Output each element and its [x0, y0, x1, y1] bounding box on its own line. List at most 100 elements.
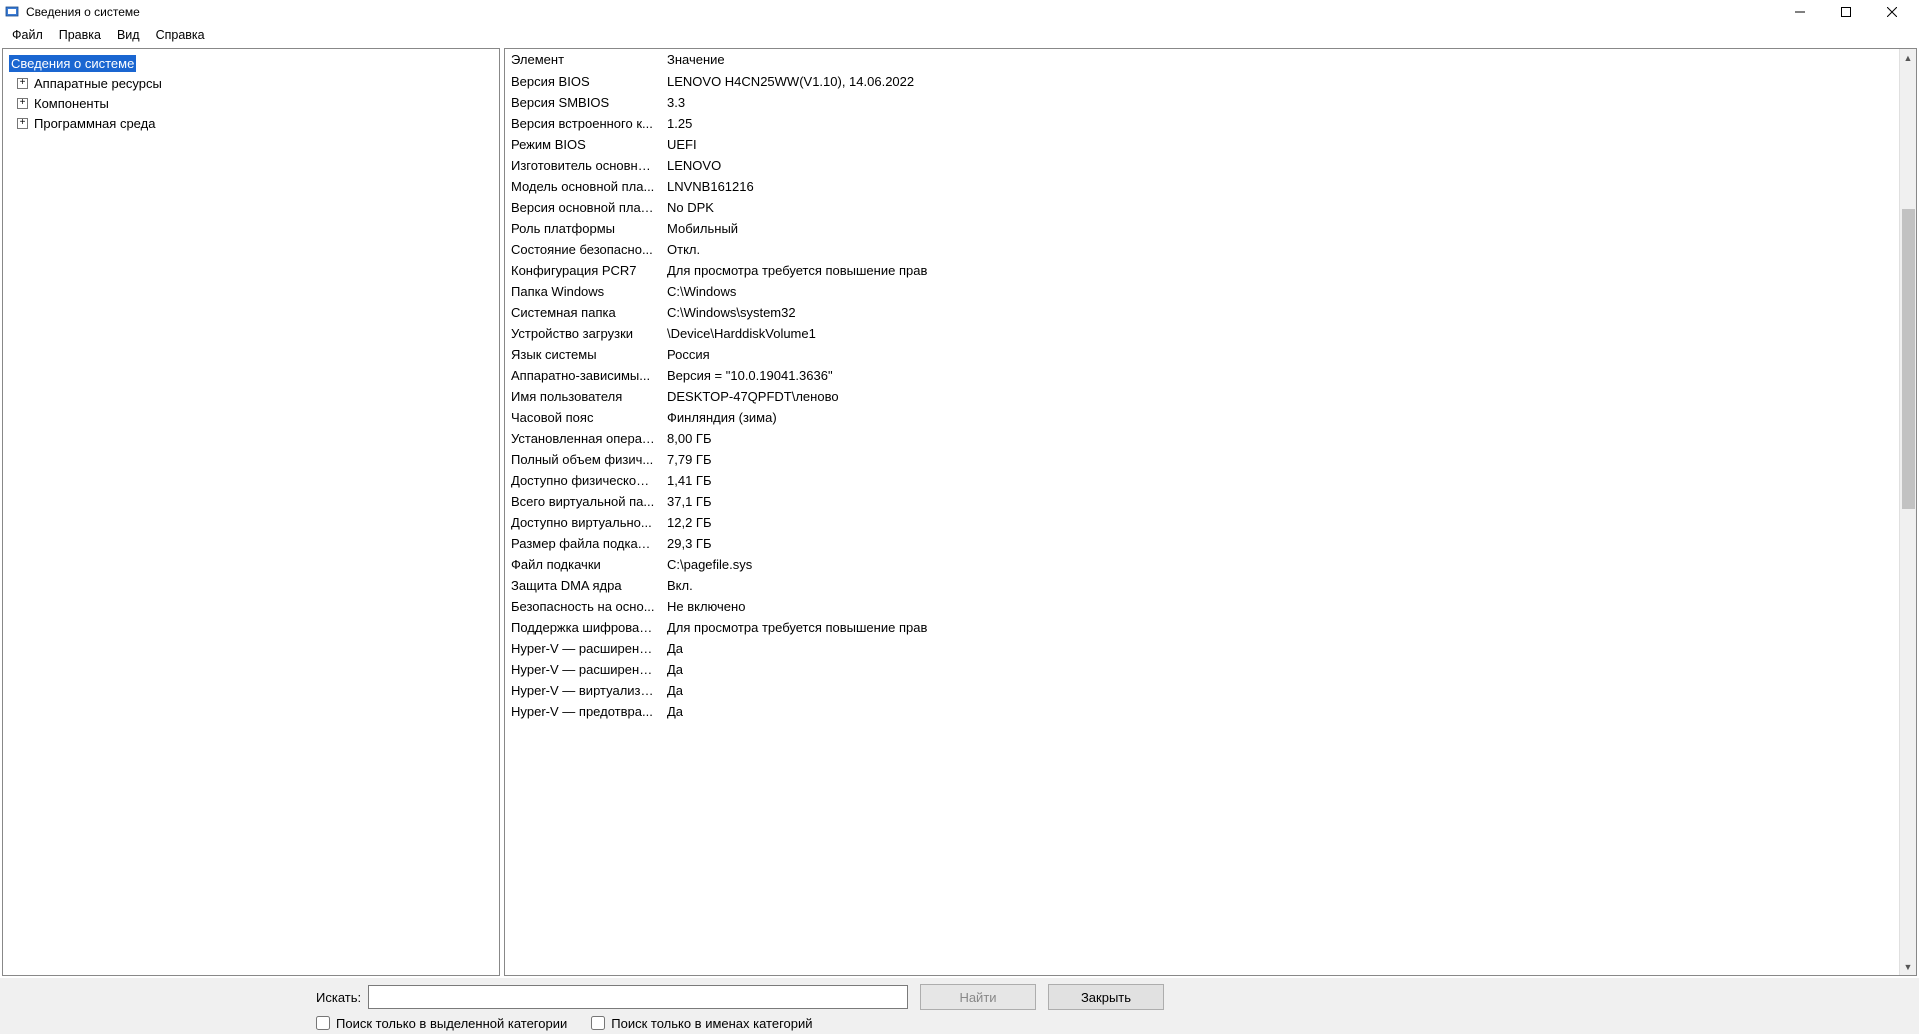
maximize-button[interactable] — [1823, 0, 1869, 24]
detail-name: Всего виртуальной па... — [505, 494, 661, 509]
detail-row[interactable]: Модель основной пла...LNVNB161216 — [505, 176, 1916, 197]
titlebar: Сведения о системе — [0, 0, 1919, 24]
detail-row[interactable]: Изготовитель основно...LENOVO — [505, 155, 1916, 176]
search-label: Искать: — [316, 990, 368, 1005]
checkbox-selected-category[interactable]: Поиск только в выделенной категории — [316, 1016, 567, 1031]
detail-name: Аппаратно-зависимы... — [505, 368, 661, 383]
detail-row[interactable]: Поддержка шифрован...Для просмотра требу… — [505, 617, 1916, 638]
detail-value: C:\Windows — [661, 284, 1916, 299]
detail-value: 29,3 ГБ — [661, 536, 1916, 551]
detail-name: Роль платформы — [505, 221, 661, 236]
detail-name: Версия основной платы — [505, 200, 661, 215]
detail-row[interactable]: Версия встроенного к...1.25 — [505, 113, 1916, 134]
tree-root-label: Сведения о системе — [9, 55, 136, 72]
detail-row[interactable]: Доступно физической ...1,41 ГБ — [505, 470, 1916, 491]
tree-node-software-env[interactable]: + Программная среда — [7, 113, 499, 133]
detail-value: DESKTOP-47QPFDT\леново — [661, 389, 1916, 404]
detail-name: Hyper-V — предотвра... — [505, 704, 661, 719]
detail-row[interactable]: Роль платформыМобильный — [505, 218, 1916, 239]
detail-name: Файл подкачки — [505, 557, 661, 572]
minimize-button[interactable] — [1777, 0, 1823, 24]
detail-value: Мобильный — [661, 221, 1916, 236]
detail-row[interactable]: Язык системыРоссия — [505, 344, 1916, 365]
scroll-up-icon[interactable]: ▲ — [1900, 49, 1917, 66]
detail-name: Часовой пояс — [505, 410, 661, 425]
app-icon — [4, 4, 20, 20]
detail-name: Конфигурация PCR7 — [505, 263, 661, 278]
scroll-down-icon[interactable]: ▼ — [1900, 958, 1917, 975]
detail-value: Да — [661, 641, 1916, 656]
main-split: Сведения о системе + Аппаратные ресурсы … — [0, 46, 1919, 978]
detail-row[interactable]: Версия основной платыNo DPK — [505, 197, 1916, 218]
detail-row[interactable]: Системная папкаC:\Windows\system32 — [505, 302, 1916, 323]
tree-node-hardware[interactable]: + Аппаратные ресурсы — [7, 73, 499, 93]
details-header[interactable]: Элемент Значение — [505, 49, 1916, 71]
detail-row[interactable]: Режим BIOSUEFI — [505, 134, 1916, 155]
detail-row[interactable]: Состояние безопасно...Откл. — [505, 239, 1916, 260]
detail-row[interactable]: Полный объем физич...7,79 ГБ — [505, 449, 1916, 470]
menu-help[interactable]: Справка — [148, 26, 213, 44]
detail-value: LNVNB161216 — [661, 179, 1916, 194]
detail-row[interactable]: Установленная операт...8,00 ГБ — [505, 428, 1916, 449]
detail-row[interactable]: Устройство загрузки\Device\HarddiskVolum… — [505, 323, 1916, 344]
detail-row[interactable]: Файл подкачкиC:\pagefile.sys — [505, 554, 1916, 575]
scroll-thumb[interactable] — [1902, 209, 1915, 509]
detail-name: Версия BIOS — [505, 74, 661, 89]
details-pane: Элемент Значение Версия BIOSLENOVO H4CN2… — [504, 48, 1917, 976]
detail-row[interactable]: Защита DMA ядраВкл. — [505, 575, 1916, 596]
detail-value: \Device\HarddiskVolume1 — [661, 326, 1916, 341]
find-button[interactable]: Найти — [920, 984, 1036, 1010]
menu-file[interactable]: Файл — [4, 26, 51, 44]
checkbox-category-names[interactable]: Поиск только в именах категорий — [591, 1016, 812, 1031]
detail-name: Поддержка шифрован... — [505, 620, 661, 635]
detail-row[interactable]: Всего виртуальной па...37,1 ГБ — [505, 491, 1916, 512]
tree-root-node[interactable]: Сведения о системе — [7, 53, 499, 73]
detail-name: Доступно виртуально... — [505, 515, 661, 530]
detail-name: Hyper-V — расширени... — [505, 662, 661, 677]
checkbox-category-names-label: Поиск только в именах категорий — [611, 1016, 812, 1031]
expand-icon[interactable]: + — [17, 98, 28, 109]
detail-name: Язык системы — [505, 347, 661, 362]
detail-name: Полный объем физич... — [505, 452, 661, 467]
detail-value: LENOVO H4CN25WW(V1.10), 14.06.2022 — [661, 74, 1916, 89]
details-body[interactable]: Версия BIOSLENOVO H4CN25WW(V1.10), 14.06… — [505, 71, 1916, 975]
detail-value: LENOVO — [661, 158, 1916, 173]
detail-row[interactable]: Конфигурация PCR7Для просмотра требуется… — [505, 260, 1916, 281]
detail-value: 37,1 ГБ — [661, 494, 1916, 509]
checkbox-selected-category-input[interactable] — [316, 1016, 330, 1030]
detail-row[interactable]: Hyper-V — расширени...Да — [505, 638, 1916, 659]
search-input[interactable] — [368, 985, 908, 1009]
tree-label: Программная среда — [32, 115, 157, 132]
expand-icon[interactable]: + — [17, 78, 28, 89]
close-button[interactable] — [1869, 0, 1915, 24]
column-header-value[interactable]: Значение — [661, 49, 1916, 71]
detail-value: 8,00 ГБ — [661, 431, 1916, 446]
menu-view[interactable]: Вид — [109, 26, 148, 44]
vertical-scrollbar[interactable]: ▲ ▼ — [1899, 49, 1916, 975]
detail-row[interactable]: Размер файла подкачки29,3 ГБ — [505, 533, 1916, 554]
checkbox-category-names-input[interactable] — [591, 1016, 605, 1030]
close-find-button[interactable]: Закрыть — [1048, 984, 1164, 1010]
detail-row[interactable]: Hyper-V — расширени...Да — [505, 659, 1916, 680]
column-header-name[interactable]: Элемент — [505, 49, 661, 71]
detail-row[interactable]: Папка WindowsC:\Windows — [505, 281, 1916, 302]
detail-value: 3.3 — [661, 95, 1916, 110]
detail-name: Имя пользователя — [505, 389, 661, 404]
detail-row[interactable]: Версия SMBIOS3.3 — [505, 92, 1916, 113]
detail-row[interactable]: Hyper-V — предотвра...Да — [505, 701, 1916, 722]
menu-edit[interactable]: Правка — [51, 26, 109, 44]
detail-row[interactable]: Часовой поясФинляндия (зима) — [505, 407, 1916, 428]
detail-name: Изготовитель основно... — [505, 158, 661, 173]
detail-name: Папка Windows — [505, 284, 661, 299]
detail-row[interactable]: Имя пользователяDESKTOP-47QPFDT\леново — [505, 386, 1916, 407]
detail-row[interactable]: Аппаратно-зависимы...Версия = "10.0.1904… — [505, 365, 1916, 386]
expand-icon[interactable]: + — [17, 118, 28, 129]
detail-row[interactable]: Hyper-V — виртуализа...Да — [505, 680, 1916, 701]
detail-row[interactable]: Версия BIOSLENOVO H4CN25WW(V1.10), 14.06… — [505, 71, 1916, 92]
window-title: Сведения о системе — [26, 5, 140, 19]
tree-node-components[interactable]: + Компоненты — [7, 93, 499, 113]
detail-row[interactable]: Безопасность на осно...Не включено — [505, 596, 1916, 617]
detail-row[interactable]: Доступно виртуально...12,2 ГБ — [505, 512, 1916, 533]
detail-value: Да — [661, 683, 1916, 698]
detail-value: Откл. — [661, 242, 1916, 257]
